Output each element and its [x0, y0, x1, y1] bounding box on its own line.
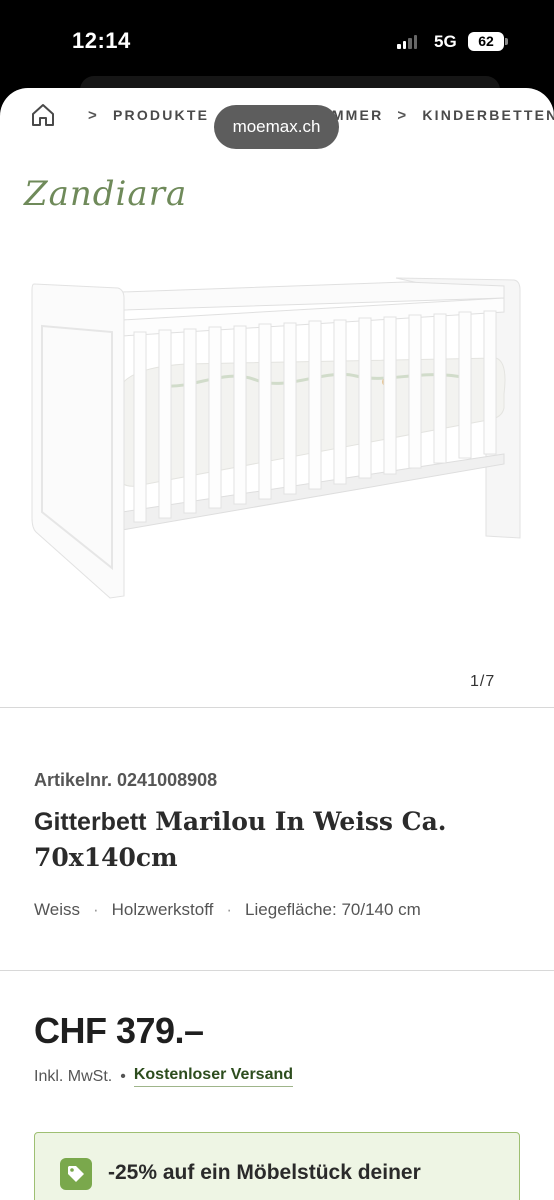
tax-line: Inkl. MwSt. • Kostenloser Versand	[34, 1066, 294, 1087]
breadcrumb-item-kinderbetten[interactable]: KINDERBETTEN	[422, 107, 554, 123]
tax-separator: •	[120, 1067, 126, 1085]
article-number: Artikelnr. 0241008908	[34, 770, 218, 790]
chevron-right-icon: >	[397, 106, 409, 124]
product-title: Gitterbett Marilou In Weiss Ca. 70x140cm	[34, 804, 514, 876]
product-image[interactable]	[26, 268, 530, 608]
attribute-separator: ·	[92, 900, 99, 919]
url-pill[interactable]: moemax.ch	[214, 105, 339, 149]
attribute-separator: ·	[226, 900, 233, 919]
product-title-bold: Gitterbett	[34, 808, 147, 836]
promo-banner[interactable]: -25% auf ein Möbelstück deiner	[34, 1132, 520, 1200]
divider	[0, 707, 554, 708]
home-icon[interactable]	[30, 100, 60, 130]
browser-page: > PRODUKTE > KINDERZIMMER > KINDERBETTEN…	[0, 88, 554, 1200]
status-bar: 12:14 5G 62	[0, 0, 554, 80]
chevron-right-icon: >	[88, 106, 99, 124]
signal-strength-icon	[397, 35, 417, 49]
battery-icon: 62	[468, 32, 504, 51]
divider	[0, 970, 554, 971]
network-type: 5G	[434, 32, 457, 51]
breadcrumb-item-produkte[interactable]: PRODUKTE	[113, 107, 209, 123]
product-attributes: Weiss · Holzwerkstoff · Liegefläche: 70/…	[34, 900, 421, 920]
image-counter: 1/7	[470, 673, 496, 690]
status-time: 12:14	[72, 28, 131, 53]
tag-icon	[60, 1158, 92, 1190]
product-price: CHF 379.–	[34, 1010, 204, 1051]
tax-note: Inkl. MwSt.	[34, 1067, 113, 1085]
free-shipping-link[interactable]: Kostenloser Versand	[133, 1066, 294, 1087]
attribute-color: Weiss	[34, 900, 80, 919]
promo-text: -25% auf ein Möbelstück deiner	[108, 1161, 421, 1184]
attribute-size: Liegefläche: 70/140 cm	[245, 900, 421, 919]
battery-tip	[505, 38, 508, 45]
attribute-material: Holzwerkstoff	[111, 900, 214, 919]
brand-logo: Zandiara	[24, 174, 188, 214]
